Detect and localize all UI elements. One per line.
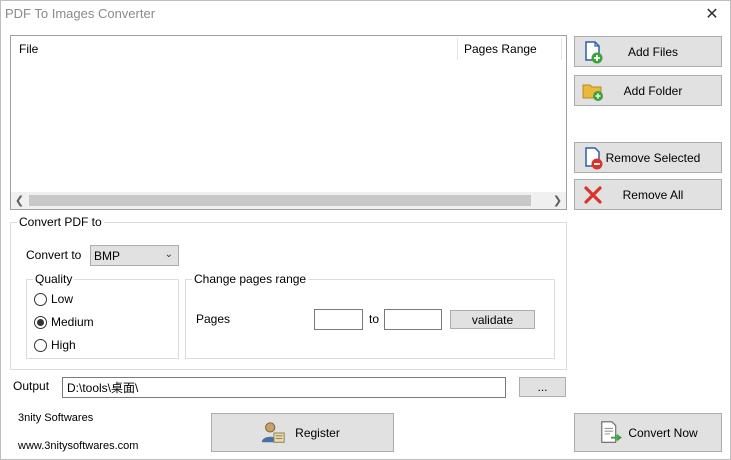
register-button[interactable]: Register <box>211 413 394 452</box>
remove-selected-label: Remove Selected <box>605 150 701 165</box>
remove-all-icon <box>584 186 602 204</box>
remove-all-button[interactable]: Remove All <box>574 179 722 210</box>
remove-all-label: Remove All <box>622 187 684 202</box>
file-list[interactable]: File Pages Range ❮ ❯ <box>10 35 567 210</box>
add-files-label: Add Files <box>627 44 679 59</box>
close-button[interactable]: ✕ <box>700 4 724 24</box>
convert-to-label: Convert to <box>26 248 82 262</box>
add-folder-icon <box>582 84 603 101</box>
pages-label: Pages <box>196 312 231 326</box>
add-file-icon <box>585 41 603 64</box>
horizontal-scrollbar[interactable]: ❮ ❯ <box>11 192 566 209</box>
format-selected-value: BMP <box>94 248 121 263</box>
website-link[interactable]: www.3nitysoftwares.com <box>18 440 138 452</box>
convert-now-button[interactable]: Convert Now <box>574 413 722 452</box>
pages-from-input[interactable] <box>314 309 363 330</box>
browse-label: ... <box>537 380 548 394</box>
quality-legend: Quality <box>33 272 75 286</box>
column-divider <box>561 38 562 60</box>
output-label: Output <box>13 379 50 393</box>
quality-high-radio[interactable]: High <box>34 338 76 352</box>
scroll-left-icon[interactable]: ❮ <box>11 192 28 209</box>
column-header-pages-range[interactable]: Pages Range <box>464 42 537 56</box>
register-user-icon <box>261 422 285 443</box>
remove-file-icon <box>585 147 603 170</box>
radio-unchecked-icon[interactable] <box>34 292 47 306</box>
chevron-down-icon: ⌄ <box>164 249 173 260</box>
pages-to-input[interactable] <box>384 309 442 330</box>
quality-medium-radio[interactable]: Medium <box>34 315 94 329</box>
convert-document-icon <box>601 421 622 443</box>
output-path-value: D:\tools\桌面\ <box>67 381 139 395</box>
window-title: PDF To Images Converter <box>5 6 156 21</box>
pages-to-label: to <box>369 312 380 326</box>
scroll-right-icon[interactable]: ❯ <box>549 192 566 209</box>
column-divider <box>457 38 458 60</box>
close-icon: ✕ <box>705 6 719 23</box>
quality-high-label: High <box>51 338 76 352</box>
radio-unchecked-icon[interactable] <box>34 338 47 352</box>
add-folder-button[interactable]: Add Folder <box>574 75 722 106</box>
titlebar: PDF To Images Converter ✕ <box>1 1 730 28</box>
validate-label: validate <box>471 312 514 327</box>
format-select[interactable]: BMP ⌄ <box>90 245 179 266</box>
convert-group-legend: Convert PDF to <box>17 215 104 229</box>
app-window: PDF To Images Converter ✕ File Pages Ran… <box>0 0 731 460</box>
browse-button[interactable]: ... <box>519 377 566 397</box>
company-name: 3nity Softwares <box>18 412 94 424</box>
add-folder-label: Add Folder <box>623 83 683 98</box>
radio-checked-icon[interactable] <box>34 315 47 329</box>
remove-selected-button[interactable]: Remove Selected <box>574 142 722 173</box>
pages-range-legend: Change pages range <box>192 272 309 286</box>
quality-low-radio[interactable]: Low <box>34 292 73 306</box>
quality-medium-label: Medium <box>51 315 94 329</box>
scrollbar-thumb[interactable] <box>29 195 531 206</box>
add-files-button[interactable]: Add Files <box>574 36 722 67</box>
output-path-input[interactable]: D:\tools\桌面\ <box>62 377 506 398</box>
column-header-file[interactable]: File <box>19 42 38 56</box>
quality-low-label: Low <box>51 292 74 306</box>
validate-button[interactable]: validate <box>450 310 535 329</box>
